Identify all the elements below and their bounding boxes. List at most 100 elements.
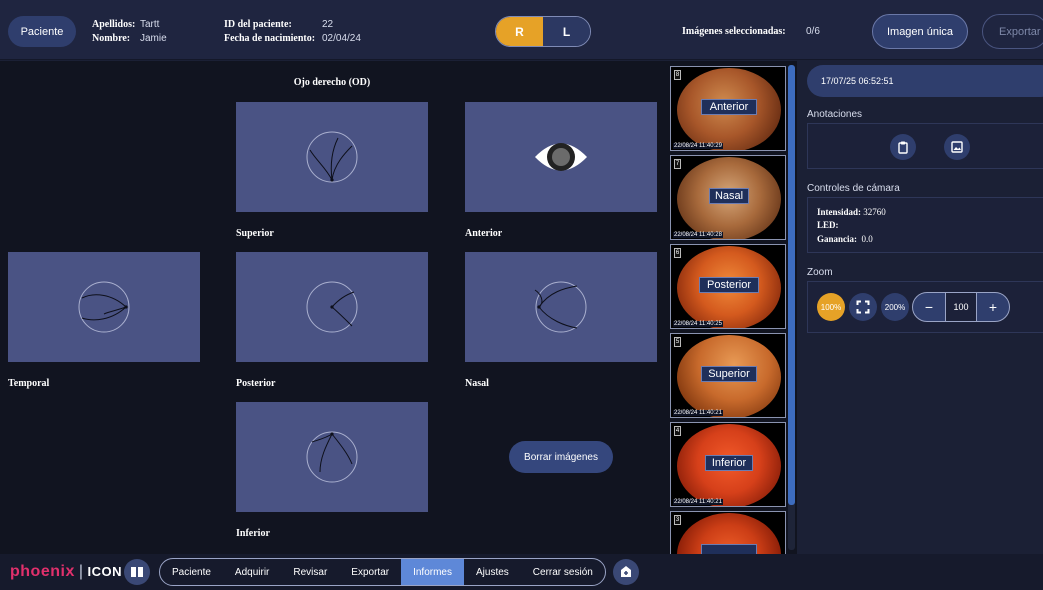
zoom-100-button[interactable]: 100% (817, 293, 845, 321)
thumbnail-number: 3 (674, 515, 681, 525)
thumbnail-item[interactable]: 3 (670, 511, 786, 554)
single-image-button[interactable]: Imagen única (872, 14, 968, 49)
thumbnail-label: Nasal (709, 188, 749, 204)
posterior-view-label: Posterior (236, 378, 276, 389)
nasal-fundus-diagram (534, 281, 587, 333)
thumbnail-timestamp: 22/08/24 11:40:21 (673, 499, 723, 505)
logo-main: phoenix (10, 563, 75, 580)
intensity-row: Intensidad: 32760 (817, 207, 886, 217)
image-gallery-icon[interactable] (944, 134, 970, 160)
nav-adquirir[interactable]: Adquirir (223, 559, 281, 585)
nasal-view-label: Nasal (465, 378, 489, 389)
thumbnail-scrollbar[interactable] (788, 65, 795, 505)
name-value: Jamie (140, 33, 167, 44)
superior-fundus-diagram (306, 131, 358, 183)
book-icon[interactable] (124, 559, 150, 585)
inferior-fundus-diagram (306, 431, 358, 483)
nav-paciente[interactable]: Paciente (160, 559, 223, 585)
led-label: LED: (817, 220, 839, 230)
nav-ajustes[interactable]: Ajustes (464, 559, 521, 585)
intensity-label: Intensidad: (817, 207, 862, 217)
eye-view-workspace: Ojo derecho (OD) Superior Anterior Tempo… (0, 61, 664, 554)
right-eye-button[interactable]: R (496, 17, 543, 46)
inferior-view-slot[interactable] (236, 402, 428, 512)
gain-row: Ganancia: 0.0 (817, 234, 873, 244)
right-panel: 17/07/25 06:52:51 Anotaciones Controles … (797, 61, 1043, 554)
annotations-title: Anotaciones (807, 109, 863, 120)
thumbnail-item[interactable]: 5 Superior 22/08/24 11:40:21 (670, 333, 786, 418)
thumbnail-timestamp: 22/08/24 11:40:21 (673, 410, 723, 416)
dob-label: Fecha de nacimiento: (224, 33, 316, 44)
annotations-panel (807, 123, 1043, 169)
thumbnail-timestamp: 22/08/24 11:40:28 (673, 232, 723, 238)
zoom-value-input[interactable]: 100 (945, 293, 977, 321)
nasal-view-slot[interactable] (465, 252, 657, 362)
temporal-fundus-diagram (78, 281, 130, 333)
main-navigation: Paciente Adquirir Revisar Exportar Infor… (159, 558, 606, 586)
anterior-view-slot[interactable] (465, 102, 657, 212)
captured-images-strip: 8 Anterior 22/08/24 11:40:29 7 Nasal 22/… (664, 61, 797, 554)
thumbnail-item[interactable]: 7 Nasal 22/08/24 11:40:28 (670, 155, 786, 240)
patient-button[interactable]: Paciente (8, 16, 76, 47)
export-button[interactable]: Exportar (982, 14, 1043, 49)
fullscreen-icon[interactable] (849, 293, 877, 321)
thumbnail-label: Anterior (701, 99, 757, 115)
zoom-stepper: − 100 + (912, 292, 1010, 322)
clear-images-button[interactable]: Borrar imágenes (509, 441, 613, 473)
thumbnail-number: 7 (674, 159, 681, 169)
zoom-minus-button[interactable]: − (913, 293, 945, 321)
selected-images-count: 0/6 (806, 26, 820, 37)
intensity-value: 32760 (863, 207, 886, 217)
thumbnail-item[interactable]: 4 Inferior 22/08/24 11:40:21 (670, 422, 786, 507)
top-bar: Paciente Apellidos: Tartt Nombre: Jamie … (0, 0, 1043, 60)
temporal-view-slot[interactable] (8, 252, 200, 362)
logo-sub: ICON (87, 564, 122, 579)
left-eye-button[interactable]: L (543, 17, 590, 46)
eye-toggle: R L (495, 16, 591, 47)
camera-controls-panel: Intensidad: 32760 LED: Ganancia: 0.0 (807, 197, 1043, 253)
patient-id-label: ID del paciente: (224, 19, 292, 30)
help-icon[interactable] (613, 559, 639, 585)
camera-controls-title: Controles de cámara (807, 183, 900, 194)
led-row: LED: (817, 220, 839, 230)
thumbnail-item[interactable]: 6 Posterior 22/08/24 11:40:25 (670, 244, 786, 329)
thumbnail-number: 5 (674, 337, 681, 347)
posterior-fundus-diagram (306, 281, 358, 333)
clipboard-icon[interactable] (890, 134, 916, 160)
surname-label: Apellidos: (92, 19, 136, 30)
zoom-panel: 100% 200% − 100 + (807, 281, 1043, 333)
nav-exportar[interactable]: Exportar (339, 559, 401, 585)
bottom-nav-bar: phoenix | ICON Paciente Adquirir Revisar E… (0, 554, 1043, 590)
thumbnail-timestamp: 22/08/24 11:40:25 (673, 321, 723, 327)
zoom-title: Zoom (807, 267, 833, 278)
thumbnail-number: 6 (674, 248, 681, 258)
superior-view-slot[interactable] (236, 102, 428, 212)
thumbnail-item[interactable]: 8 Anterior 22/08/24 11:40:29 (670, 66, 786, 151)
patient-id-value: 22 (322, 19, 334, 30)
dob-value: 02/04/24 (322, 33, 361, 44)
thumbnail-label (701, 544, 757, 554)
selected-images-label: Imágenes seleccionadas: (682, 26, 786, 37)
anterior-view-label: Anterior (465, 228, 503, 239)
thumbnail-number: 8 (674, 70, 681, 80)
surname-value: Tartt (140, 19, 160, 30)
name-label: Nombre: (92, 33, 131, 44)
thumbnail-label: Posterior (699, 277, 759, 293)
thumbnail-timestamp: 22/08/24 11:40:29 (673, 143, 723, 149)
nav-cerrar-sesion[interactable]: Cerrar sesión (521, 559, 605, 585)
thumbnail-label: Superior (701, 366, 757, 382)
zoom-200-button[interactable]: 200% (881, 293, 909, 321)
nav-informes[interactable]: Informes (401, 559, 464, 585)
posterior-view-slot[interactable] (236, 252, 428, 362)
inferior-view-label: Inferior (236, 528, 270, 539)
thumbnail-number: 4 (674, 426, 681, 436)
gain-label: Ganancia: (817, 234, 858, 244)
thumbnail-label: Inferior (705, 455, 753, 471)
phoenix-icon-logo: phoenix | ICON (10, 563, 122, 580)
gain-value: 0.0 (861, 234, 873, 244)
nav-revisar[interactable]: Revisar (281, 559, 339, 585)
zoom-plus-button[interactable]: + (977, 293, 1009, 321)
anterior-eye-icon (535, 143, 587, 171)
capture-datetime[interactable]: 17/07/25 06:52:51 (807, 65, 1043, 97)
superior-view-label: Superior (236, 228, 274, 239)
